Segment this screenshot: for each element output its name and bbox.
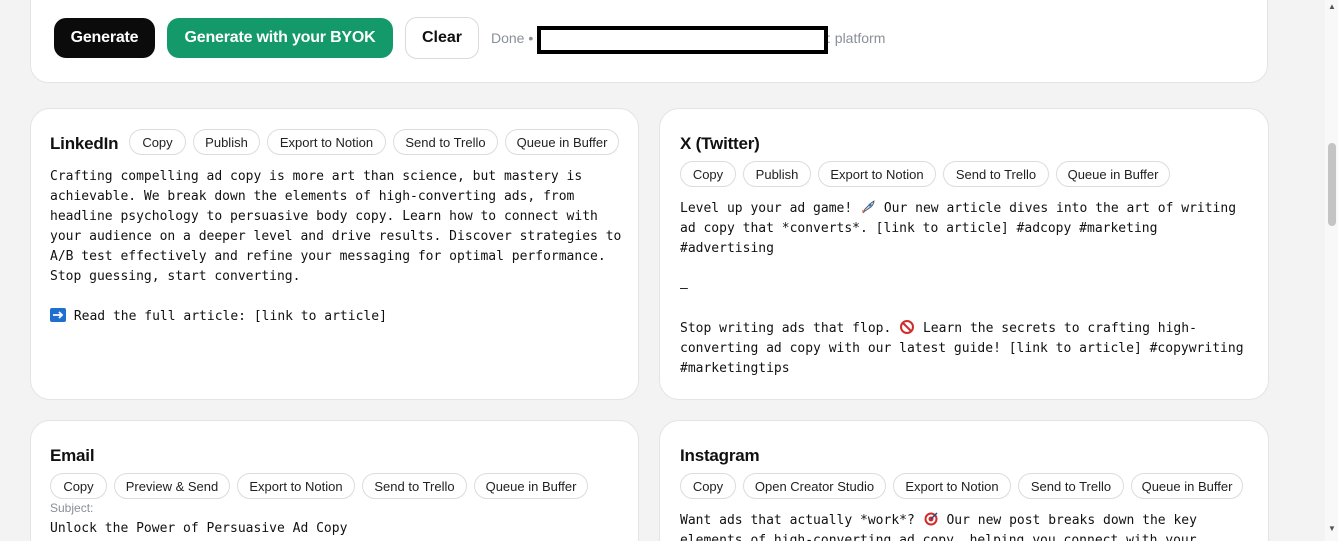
preview-send-button[interactable]: Preview & Send — [114, 473, 230, 499]
post-body: Crafting compelling ad copy is more art … — [50, 169, 622, 284]
prohibited-icon — [900, 320, 915, 334]
target-icon — [924, 512, 938, 526]
send-trello-button[interactable]: Send to Trello — [362, 473, 467, 499]
copy-button[interactable]: Copy — [680, 473, 736, 499]
clear-button[interactable]: Clear — [405, 17, 479, 59]
post-body-2: Stop writing ads that flop. Learn the se… — [680, 319, 1260, 379]
send-trello-button[interactable]: Send to Trello — [393, 129, 498, 155]
rocket-icon — [862, 200, 875, 214]
redacted-block — [537, 26, 828, 54]
card-title: Instagram — [680, 446, 760, 465]
card-title: X (Twitter) — [680, 134, 760, 153]
text: elements of high-converting ad copy, hel… — [680, 533, 1197, 541]
scrollbar-thumb[interactable] — [1328, 143, 1336, 226]
arrow-right-icon — [50, 308, 66, 322]
email-card: Email Copy Preview & Send Export to Noti… — [30, 420, 639, 541]
subject-text: Unlock the Power of Persuasive Ad Copy — [50, 521, 348, 536]
send-trello-button[interactable]: Send to Trello — [943, 161, 1049, 187]
queue-buffer-button[interactable]: Queue in Buffer — [1056, 161, 1170, 187]
instagram-card: Instagram Copy Open Creator Studio Expor… — [659, 420, 1269, 541]
export-notion-button[interactable]: Export to Notion — [267, 129, 386, 155]
cta-text: Read the full article: [link to article] — [66, 309, 387, 324]
queue-buffer-button[interactable]: Queue in Buffer — [505, 129, 619, 155]
twitter-card: X (Twitter) Copy Publish Export to Notio… — [659, 108, 1269, 400]
scroll-up-icon[interactable]: ▲ — [1328, 2, 1336, 11]
separator: — — [680, 281, 688, 296]
export-notion-button[interactable]: Export to Notion — [893, 473, 1011, 499]
export-notion-button[interactable]: Export to Notion — [818, 161, 936, 187]
card-title: LinkedIn — [50, 134, 119, 153]
status-suffix: : platform — [827, 30, 886, 46]
scroll-down-icon[interactable]: ▼ — [1328, 524, 1336, 533]
card-title: Email — [50, 446, 95, 465]
queue-buffer-button[interactable]: Queue in Buffer — [1131, 473, 1243, 499]
copy-button[interactable]: Copy — [680, 161, 736, 187]
text: Our new post breaks down the key — [938, 513, 1197, 528]
post-body: Want ads that actually *work*? Our new p… — [680, 511, 1260, 541]
export-notion-button[interactable]: Export to Notion — [237, 473, 355, 499]
text: Stop writing ads that flop. — [680, 321, 900, 336]
queue-buffer-button[interactable]: Queue in Buffer — [474, 473, 588, 499]
linkedin-card: LinkedIn Copy Publish Export to Notion S… — [30, 108, 639, 400]
text: Level up your ad game! — [680, 201, 861, 216]
generate-button[interactable]: Generate — [54, 18, 155, 58]
generate-byok-button[interactable]: Generate with your BYOK — [167, 18, 393, 58]
copy-button[interactable]: Copy — [50, 473, 107, 499]
send-trello-button[interactable]: Send to Trello — [1018, 473, 1124, 499]
page-scrollbar[interactable]: ▲ ▼ — [1325, 0, 1338, 541]
open-creator-studio-button[interactable]: Open Creator Studio — [743, 473, 886, 499]
publish-button[interactable]: Publish — [743, 161, 811, 187]
copy-button[interactable]: Copy — [129, 129, 186, 155]
status-text: Done • — [491, 30, 534, 46]
text: Want ads that actually *work*? — [680, 513, 923, 528]
publish-button[interactable]: Publish — [193, 129, 260, 155]
subject-label: Subject: — [50, 501, 94, 515]
post-body-1: Level up your ad game! Our new article d… — [680, 199, 1260, 259]
post-cta: Read the full article: [link to article] — [50, 307, 630, 327]
